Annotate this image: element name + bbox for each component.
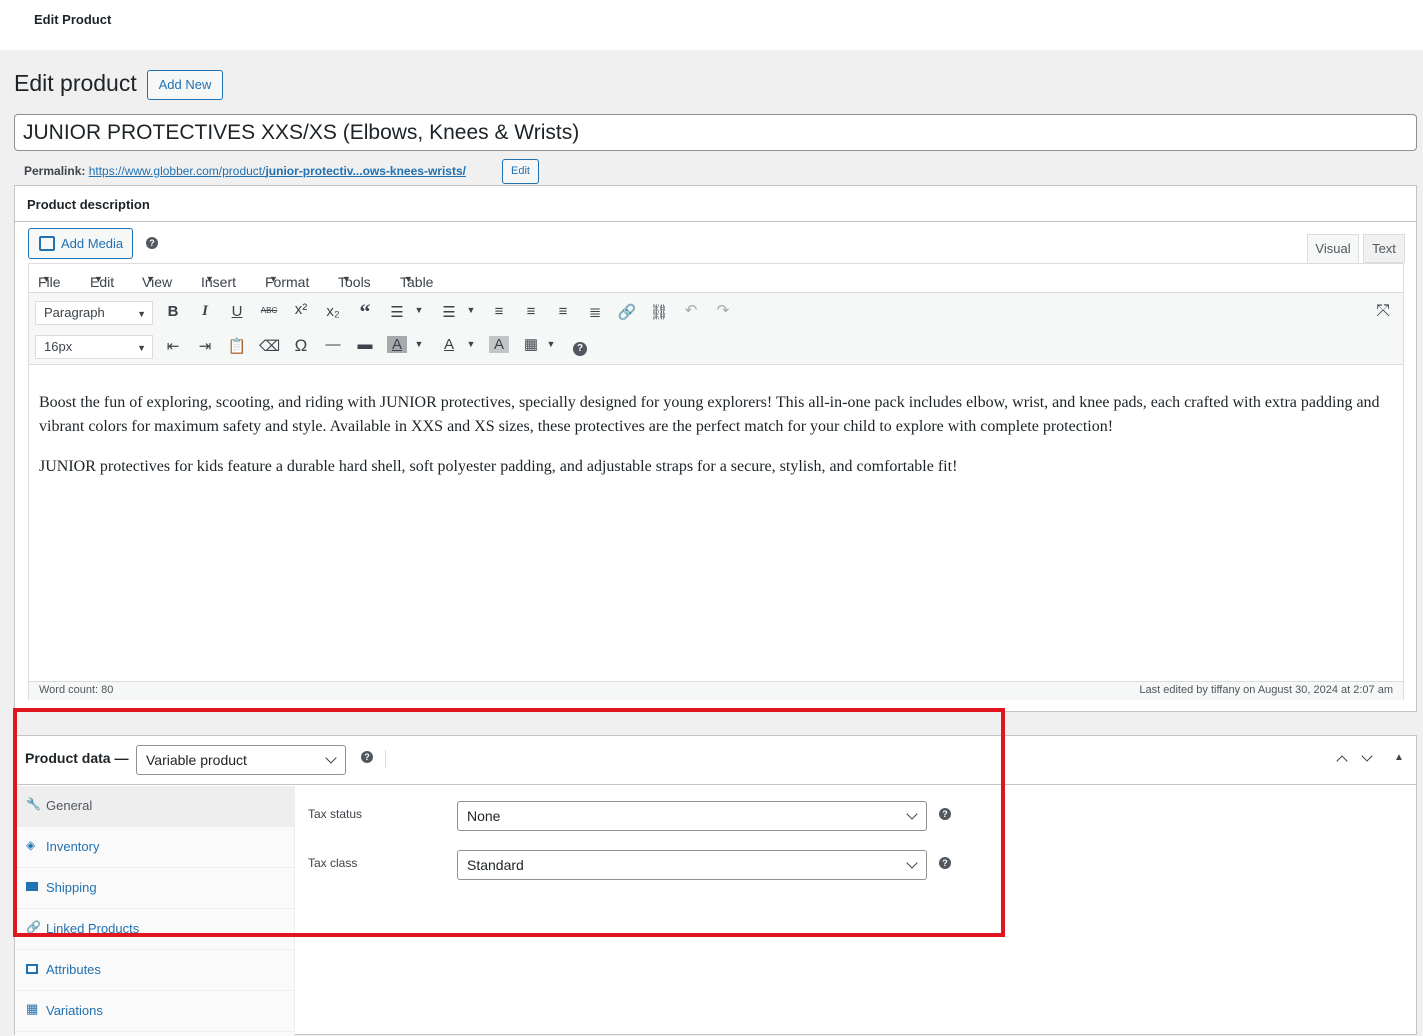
editor: File ▼ Edit ▼ View ▼ Insert ▼ Format ▼ Tools ▼… [28, 263, 1404, 700]
align-left-icon[interactable]: ≡ [489, 303, 509, 320]
strikethrough-icon[interactable]: ABC [259, 306, 279, 315]
underline-icon[interactable]: U [227, 303, 247, 320]
paste-text-icon[interactable]: 📋 [227, 337, 247, 355]
last-edited: Last edited by tiffany on August 30, 202… [1139, 684, 1393, 696]
horizontal-line-icon[interactable]: — [323, 336, 343, 353]
font-size-select[interactable]: 16px ▼ [35, 335, 153, 359]
permalink: Permalink: https://www.globber.com/produ… [24, 164, 466, 178]
italic-icon[interactable]: I [195, 303, 215, 320]
align-justify-icon[interactable]: ≣ [585, 303, 605, 321]
fullscreen-icon[interactable]: ⤧ [1373, 301, 1393, 321]
caret-down-icon: ▼ [269, 274, 278, 284]
numbered-list-icon[interactable]: ☰ [439, 303, 459, 321]
format-select[interactable]: Paragraph ▼ [35, 301, 153, 325]
font-size-select-value: 16px [44, 339, 73, 354]
table-icon[interactable]: ▦ [521, 335, 541, 353]
permalink-url-slug: junior-protectiv...ows-knees-wrists/ [265, 164, 466, 178]
caret-down-icon: ▼ [404, 274, 413, 284]
highlight-icon[interactable]: A [489, 336, 509, 353]
read-more-icon[interactable]: ▬ [355, 336, 375, 353]
collapse-toggle-icon[interactable]: ▲ [1394, 752, 1404, 763]
format-select-value: Paragraph [44, 305, 105, 320]
tab-text[interactable]: Text [1363, 234, 1405, 263]
product-description-box: Product description Add Media ? Visual T… [14, 185, 1417, 712]
caret-down-icon[interactable]: ▼ [409, 339, 429, 349]
caret-down-icon: ▼ [137, 343, 146, 353]
permalink-url[interactable]: https://www.globber.com/product/junior-p… [89, 164, 466, 178]
caret-down-icon: ▼ [342, 274, 351, 284]
caret-down-icon: ▼ [205, 274, 214, 284]
align-center-icon[interactable]: ≡ [521, 303, 541, 320]
link-icon[interactable]: 🔗 [617, 303, 637, 321]
permalink-label: Permalink: [24, 164, 86, 178]
permalink-edit-button[interactable]: Edit [502, 159, 539, 184]
keyboard-help-icon[interactable]: ? [573, 342, 587, 356]
caret-down-icon: ▼ [137, 309, 146, 319]
tab-attributes[interactable]: Attributes [15, 950, 295, 991]
text-color-icon[interactable]: A [439, 336, 459, 353]
blockquote-icon[interactable]: “ [355, 299, 375, 325]
attributes-icon [26, 964, 38, 974]
top-bar-title: Edit Product [34, 12, 112, 27]
special-character-icon[interactable]: Ω [291, 336, 311, 356]
subscript-icon[interactable]: x₂ [323, 303, 343, 320]
media-icon [39, 236, 55, 251]
page-title: Edit product [14, 70, 137, 96]
move-down-icon[interactable] [1361, 750, 1373, 762]
add-media-label: Add Media [61, 236, 124, 251]
editor-statusbar: Word count: 80 Last edited by tiffany on… [29, 681, 1403, 700]
word-count: Word count: 80 [39, 684, 114, 696]
editor-menubar: File ▼ Edit ▼ View ▼ Insert ▼ Format ▼ Tools ▼… [29, 264, 1403, 292]
caret-down-icon[interactable]: ▼ [461, 339, 481, 349]
bold-icon[interactable]: B [163, 303, 183, 320]
editor-toolbar: Paragraph ▼ B I U ABC x² x₂ “ ☰ ▼ ☰ ▼ ≡ … [29, 292, 1403, 365]
product-description-heading: Product description [15, 186, 1416, 222]
caret-down-icon[interactable]: ▼ [461, 305, 481, 315]
permalink-url-base: https://www.globber.com/product/ [88, 164, 266, 178]
indent-icon[interactable]: ⇥ [195, 337, 215, 355]
editor-content[interactable]: Boost the fun of exploring, scooting, an… [29, 365, 1403, 681]
top-bar: Edit Product [0, 0, 1423, 50]
align-right-icon[interactable]: ≡ [553, 303, 573, 320]
description-paragraph-1: Boost the fun of exploring, scooting, an… [39, 394, 1380, 435]
caret-down-icon: ▼ [94, 274, 103, 284]
tab-variations[interactable]: ▦ Variations [15, 991, 295, 1032]
product-title-input[interactable]: JUNIOR PROTECTIVES XXS/XS (Elbows, Knees… [14, 114, 1417, 151]
redo-icon[interactable]: ↷ [713, 301, 733, 319]
clear-formatting-icon[interactable]: ⌫ [259, 337, 280, 355]
bullet-list-icon[interactable]: ☰ [387, 303, 407, 321]
caret-down-icon: ▼ [146, 274, 155, 284]
unlink-icon[interactable]: ⛓ [649, 303, 669, 321]
undo-icon[interactable]: ↶ [681, 301, 701, 319]
move-up-icon[interactable] [1336, 755, 1348, 767]
description-paragraph-2: JUNIOR protectives for kids feature a du… [39, 458, 958, 475]
red-highlight-box [13, 708, 1005, 937]
background-color-icon[interactable]: A [387, 336, 407, 353]
superscript-icon[interactable]: x² [291, 301, 311, 318]
grid-icon: ▦ [26, 1001, 39, 1016]
tab-variations-label: Variations [46, 1003, 103, 1018]
outdent-icon[interactable]: ⇤ [163, 337, 183, 355]
tab-attributes-label: Attributes [46, 962, 101, 977]
tab-visual[interactable]: Visual [1307, 234, 1359, 263]
caret-down-icon[interactable]: ▼ [409, 305, 429, 315]
add-media-button[interactable]: Add Media [28, 228, 133, 259]
add-new-button[interactable]: Add New [147, 70, 223, 100]
help-icon[interactable]: ? [146, 237, 158, 249]
caret-down-icon[interactable]: ▼ [541, 339, 561, 349]
caret-down-icon: ▼ [42, 274, 51, 284]
